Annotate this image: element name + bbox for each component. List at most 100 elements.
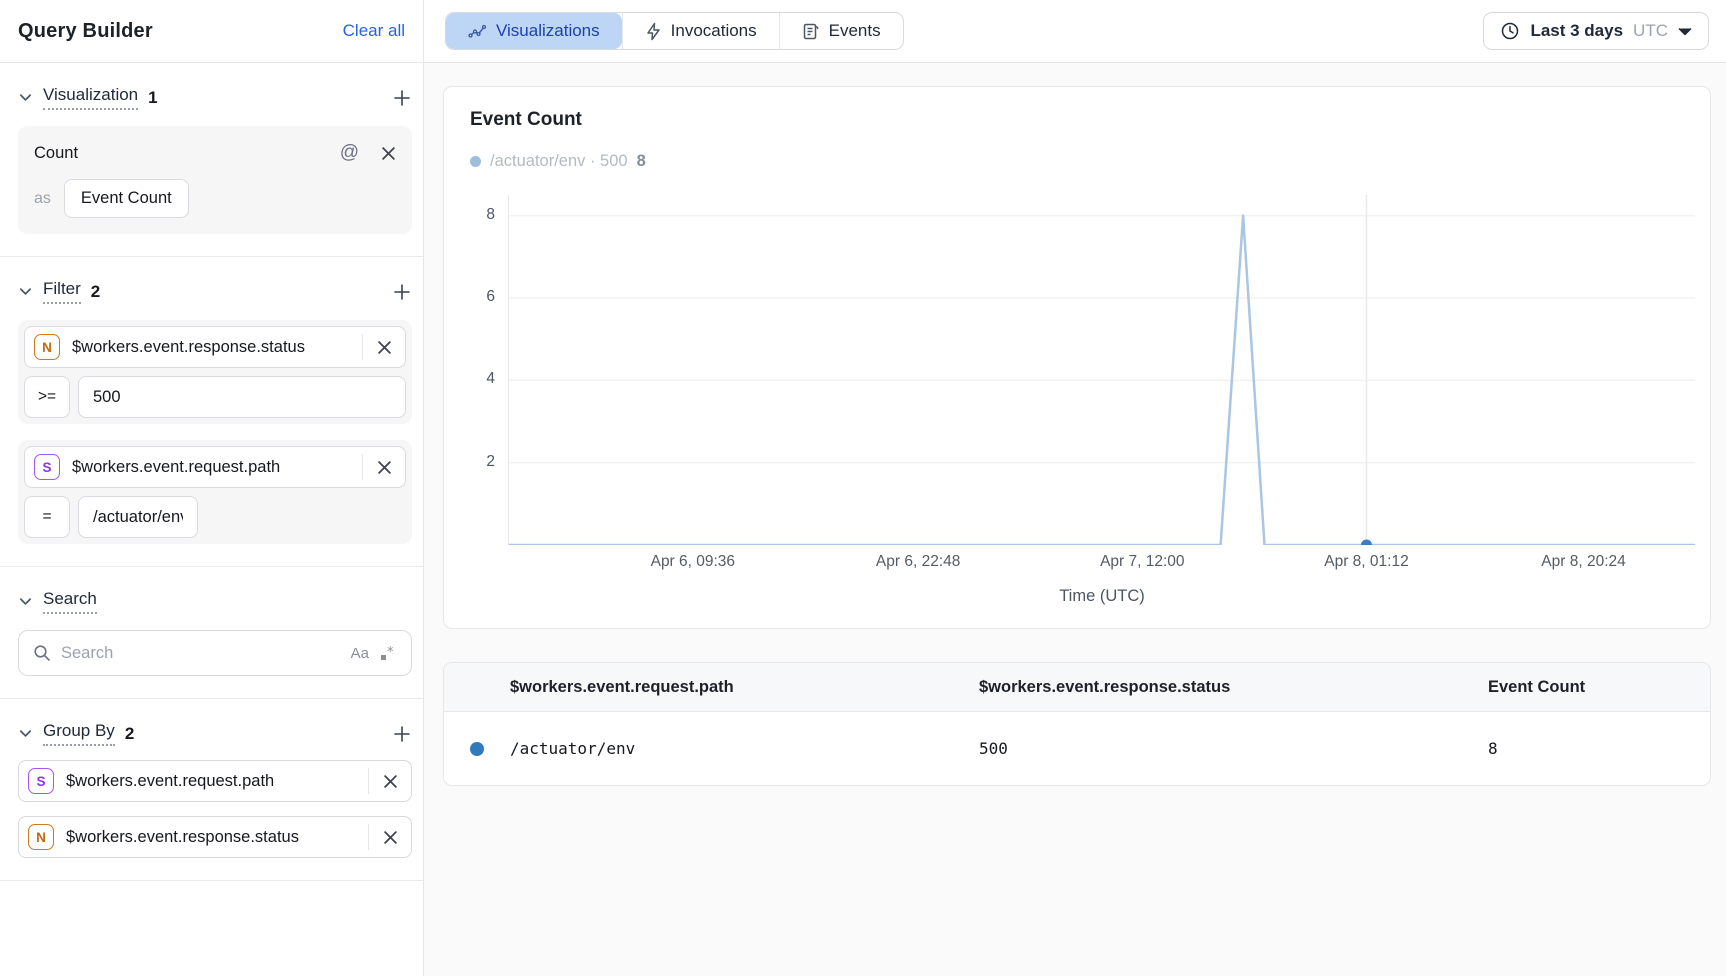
line-chart-plot[interactable]: 2468 Apr 6, 09:36Apr 6, 22:48Apr 7, 12:0…: [508, 195, 1694, 545]
filter-item: S $workers.event.request.path =: [18, 440, 412, 544]
column-header: $workers.event.request.path: [510, 678, 979, 697]
operator-selector[interactable]: =: [24, 496, 70, 538]
time-range-selector[interactable]: Last 3 days UTC: [1483, 12, 1709, 50]
tab-label: Invocations: [671, 21, 757, 41]
search-box: Aa *: [18, 630, 412, 676]
group-by-section-header: Group By 2: [18, 699, 412, 746]
filter-value-input[interactable]: [78, 496, 198, 538]
x-axis-title: Time (UTC): [509, 587, 1695, 606]
string-type-badge: S: [28, 768, 54, 794]
content-area: Event Count /actuator/env · 500 8 2468 A…: [424, 63, 1726, 786]
y-tick-label: 4: [461, 370, 495, 388]
search-input[interactable]: [61, 644, 341, 663]
view-tabs: Visualizations Invocations Events: [445, 12, 904, 50]
search-section-label: Search: [43, 589, 97, 614]
visualization-card-row: Count @: [34, 142, 396, 164]
filter-condition-row: >=: [24, 376, 406, 418]
cell-request-path: /actuator/env: [510, 739, 979, 758]
group-by-field-selector[interactable]: S $workers.event.request.path: [18, 760, 412, 802]
group-by-count: 2: [125, 724, 134, 744]
plus-icon: [392, 282, 412, 302]
chart-canvas: [509, 195, 1695, 545]
table-row[interactable]: /actuator/env 500 8: [444, 712, 1710, 785]
number-type-badge: N: [34, 334, 60, 360]
add-group-by-button[interactable]: [392, 724, 412, 744]
y-tick-label: 6: [461, 288, 495, 306]
group-by-section-label: Group By: [43, 721, 115, 746]
series-dot-icon: [470, 742, 484, 756]
y-tick-label: 8: [461, 206, 495, 224]
visualization-section-label: Visualization: [43, 85, 138, 110]
query-builder-sidebar: Query Builder Clear all Visualization 1 …: [0, 0, 424, 976]
x-tick-label: Apr 8, 20:24: [1541, 553, 1625, 571]
remove-filter-button[interactable]: [363, 447, 405, 487]
clear-all-button[interactable]: Clear all: [343, 21, 405, 41]
alias-row: as Event Count: [34, 179, 396, 218]
close-icon: [381, 146, 396, 161]
close-icon: [377, 340, 392, 355]
remove-filter-button[interactable]: [363, 327, 405, 367]
topbar: Visualizations Invocations Events: [424, 0, 1726, 63]
visualization-card: Count @ as Event Count: [18, 126, 412, 234]
y-tick-label: 2: [461, 453, 495, 471]
filter-item: N $workers.event.response.status >=: [18, 320, 412, 424]
cell-response-status: 500: [979, 739, 1488, 758]
filter-value-input[interactable]: [78, 376, 406, 418]
time-range-label: Last 3 days: [1530, 21, 1623, 41]
as-label: as: [34, 190, 51, 208]
filter-count: 2: [91, 282, 100, 302]
line-chart-icon: [468, 22, 487, 41]
filter-section-header: Filter 2: [18, 257, 412, 304]
sidebar-header: Query Builder Clear all: [0, 0, 423, 63]
remove-visualization-button[interactable]: [381, 146, 396, 161]
chevron-down-icon[interactable]: [18, 594, 33, 609]
group-by-field-selector[interactable]: N $workers.event.response.status: [18, 816, 412, 858]
x-tick-label: Apr 7, 12:00: [1100, 553, 1184, 571]
plus-icon: [392, 724, 412, 744]
column-header: Event Count: [1488, 678, 1710, 697]
event-log-icon: [802, 22, 820, 41]
tab-invocations[interactable]: Invocations: [623, 13, 779, 49]
tab-visualizations[interactable]: Visualizations: [446, 13, 622, 49]
search-icon: [33, 644, 51, 662]
chart-card: Event Count /actuator/env · 500 8 2468 A…: [443, 86, 1711, 629]
caret-down-icon: [1678, 27, 1692, 36]
filter-field-selector[interactable]: S $workers.event.request.path: [24, 446, 406, 488]
legend-item[interactable]: /actuator/env · 500 8: [470, 152, 1710, 171]
visualization-section-header: Visualization 1: [18, 63, 412, 110]
plus-icon: [392, 88, 412, 108]
chevron-down-icon[interactable]: [18, 726, 33, 741]
string-type-badge: S: [34, 454, 60, 480]
legend-series-label: /actuator/env · 500: [490, 152, 628, 171]
alias-input[interactable]: Event Count: [64, 179, 189, 218]
tab-events[interactable]: Events: [780, 13, 903, 49]
aggregation-function[interactable]: Count: [34, 144, 78, 163]
close-icon: [377, 460, 392, 475]
at-sign-icon[interactable]: @: [340, 142, 359, 164]
filter-field-selector[interactable]: N $workers.event.response.status: [24, 326, 406, 368]
group-by-field-name: $workers.event.response.status: [66, 828, 368, 847]
remove-group-by-button[interactable]: [369, 761, 411, 801]
filter-section-label: Filter: [43, 279, 81, 304]
tab-label: Events: [829, 21, 881, 41]
x-tick-label: Apr 6, 22:48: [876, 553, 960, 571]
regex-icon: *: [379, 644, 397, 662]
chevron-down-icon[interactable]: [18, 284, 33, 299]
add-visualization-button[interactable]: [392, 88, 412, 108]
close-icon: [383, 830, 398, 845]
cell-event-count: 8: [1488, 739, 1710, 758]
chevron-down-icon[interactable]: [18, 90, 33, 105]
main-area: Visualizations Invocations Events: [424, 0, 1726, 976]
match-case-toggle[interactable]: Aa: [351, 645, 369, 662]
sidebar-body: Visualization 1 Count @ as Event Count: [0, 63, 423, 976]
regex-toggle[interactable]: *: [379, 644, 397, 662]
table-header-row: $workers.event.request.path $workers.eve…: [444, 663, 1710, 712]
group-by-field-name: $workers.event.request.path: [66, 772, 368, 791]
remove-group-by-button[interactable]: [369, 817, 411, 857]
divider: [0, 880, 423, 881]
operator-selector[interactable]: >=: [24, 376, 70, 418]
filter-field-name: $workers.event.response.status: [72, 338, 362, 357]
add-filter-button[interactable]: [392, 282, 412, 302]
query-builder-app: Query Builder Clear all Visualization 1 …: [0, 0, 1726, 976]
page-title: Query Builder: [18, 20, 153, 43]
